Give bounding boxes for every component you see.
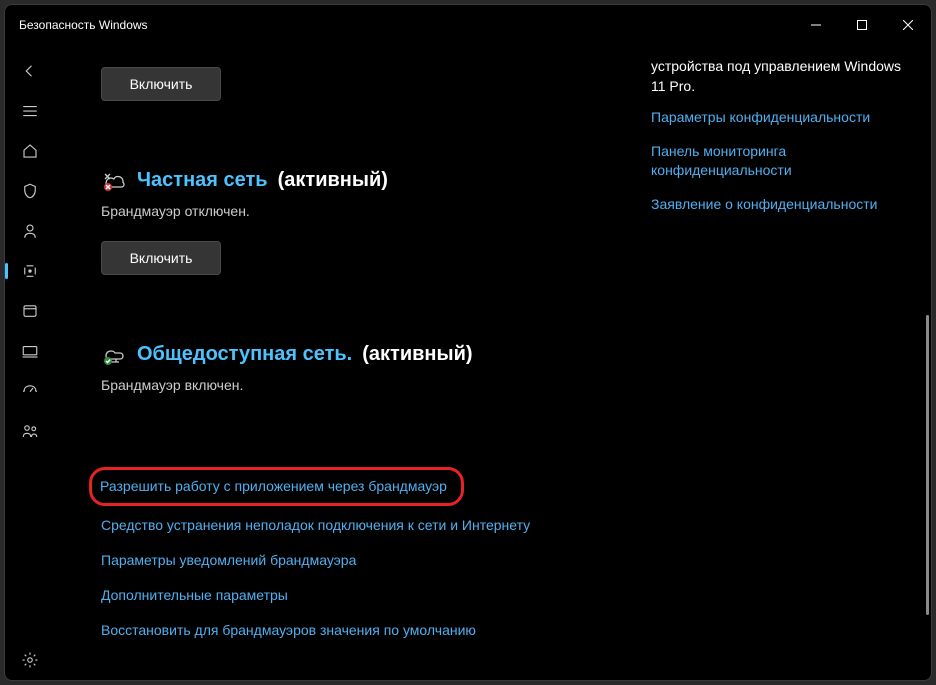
nav-home[interactable] <box>5 131 55 171</box>
enable-button-private[interactable]: Включить <box>101 241 221 275</box>
private-network-title[interactable]: Частная сеть <box>137 169 268 192</box>
private-network-icon <box>101 167 127 193</box>
back-button[interactable] <box>5 51 55 91</box>
minimize-button[interactable] <box>793 5 839 45</box>
private-network-desc: Брандмауэр отключен. <box>101 203 611 219</box>
link-notifications[interactable]: Параметры уведомлений брандмауэра <box>101 551 551 570</box>
nav-firewall[interactable] <box>5 251 55 291</box>
maximize-button[interactable] <box>839 5 885 45</box>
right-sidebar: устройства под управлением Windows 11 Pr… <box>651 45 931 680</box>
link-troubleshoot[interactable]: Средство устранения неполадок подключени… <box>101 516 551 535</box>
main-content: Включить Частная сеть <box>55 45 651 680</box>
menu-button[interactable] <box>5 91 55 131</box>
public-network-title[interactable]: Общедоступная сеть. <box>137 343 352 366</box>
nav-device-security[interactable] <box>5 331 55 371</box>
window-title: Безопасность Windows <box>19 18 148 32</box>
nav-rail <box>5 45 55 680</box>
app-window: Безопасность Windows <box>4 4 932 681</box>
nav-family[interactable] <box>5 411 55 451</box>
link-allow-app[interactable]: Разрешить работу с приложением через бра… <box>100 477 447 496</box>
private-network-section: Частная сеть (активный) Брандмауэр отклю… <box>101 167 611 275</box>
link-privacy-statement[interactable]: Заявление о конфиденциальности <box>651 195 911 215</box>
nav-account[interactable] <box>5 211 55 251</box>
nav-protection[interactable] <box>5 171 55 211</box>
public-network-desc: Брандмауэр включен. <box>101 377 611 393</box>
nav-app-browser[interactable] <box>5 291 55 331</box>
device-info-text: устройства под управлением Windows 11 Pr… <box>651 57 911 96</box>
nav-device-performance[interactable] <box>5 371 55 411</box>
link-privacy-settings[interactable]: Параметры конфиденциальности <box>651 108 911 128</box>
nav-settings[interactable] <box>5 640 55 680</box>
public-network-icon <box>101 341 127 367</box>
public-network-section: Общедоступная сеть. (активный) Брандмауэ… <box>101 341 611 393</box>
titlebar: Безопасность Windows <box>5 5 931 45</box>
close-button[interactable] <box>885 5 931 45</box>
scrollbar[interactable] <box>921 45 929 680</box>
firewall-links: Разрешить работу с приложением через бра… <box>101 467 611 639</box>
link-advanced[interactable]: Дополнительные параметры <box>101 586 551 605</box>
enable-button-domain[interactable]: Включить <box>101 67 221 101</box>
link-restore[interactable]: Восстановить для брандмауэров значения п… <box>101 621 551 640</box>
private-network-status: (активный) <box>278 169 388 192</box>
scrollbar-thumb[interactable] <box>926 315 929 615</box>
highlighted-link: Разрешить работу с приложением через бра… <box>89 467 464 506</box>
public-network-status: (активный) <box>362 343 472 366</box>
link-privacy-dashboard[interactable]: Панель мониторинга конфиденциальности <box>651 142 911 181</box>
